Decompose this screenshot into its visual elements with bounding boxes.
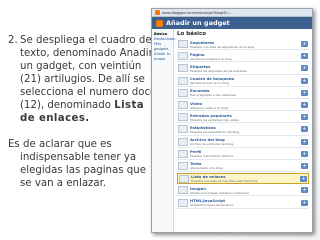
gadget-thumbnail-icon xyxy=(178,113,188,122)
gadget-row[interactable]: Archivo del blog Archivo de entradas del … xyxy=(177,137,309,148)
gadget-thumbnail-icon xyxy=(178,88,188,97)
paragraph-number: 2. xyxy=(8,35,18,46)
paragraph-2-text: Es de aclarar que es indispensable tener… xyxy=(8,139,146,189)
gadget-description: Archivo de entradas del blog. xyxy=(190,142,235,147)
gadget-thumbnail-icon xyxy=(178,40,188,49)
add-gadget-plus-icon[interactable]: + xyxy=(301,199,308,206)
gadget-description: Añade una imagen desde tu ordenador. xyxy=(190,190,250,195)
gadget-thumbnail-icon xyxy=(178,149,188,158)
gadget-description: Muestra las entradas más vistas. xyxy=(190,117,240,122)
blogger-logo-icon xyxy=(156,19,163,27)
add-gadget-plus-icon[interactable]: + xyxy=(301,65,308,72)
slide-text: 2. Se despliega el cuadro de texto, deno… xyxy=(8,34,158,190)
blogger-screenshot: www.blogger.com/rearrange?blogID=... Aña… xyxy=(151,8,313,233)
gadget-thumbnail-icon xyxy=(178,198,188,207)
gadget-list: Seguidores Muestra una lista de seguidore… xyxy=(177,39,309,209)
add-gadget-plus-icon[interactable]: + xyxy=(301,187,308,194)
gadget-description: Permite buscar en tu blog. xyxy=(190,81,230,86)
add-gadget-plus-icon[interactable]: + xyxy=(301,162,308,169)
gadget-thumbnail-icon xyxy=(178,76,188,85)
main-heading-row: Lo básico xyxy=(177,31,309,37)
gadget-row[interactable]: Texto Añade texto a tu blog. + xyxy=(177,161,309,173)
dialog-title: Añadir un gadget xyxy=(166,19,230,27)
gadget-row[interactable]: Perfil Muestra información sobre ti. + xyxy=(177,149,309,160)
gadget-row[interactable]: Estadísticas Muestra las estadísticas del… xyxy=(177,124,309,136)
gadget-description: Muestra una lista de seguidores de tu bl… xyxy=(190,44,256,49)
gadget-row[interactable]: Página Añade una página a tu blog. + xyxy=(177,51,309,63)
add-gadget-plus-icon[interactable]: + xyxy=(301,77,308,84)
gadget-row[interactable]: Cuadro de búsqueda Permite buscar en tu b… xyxy=(177,76,309,87)
dialog-title-bar: Añadir un gadget xyxy=(152,17,312,29)
gadget-thumbnail-icon xyxy=(178,52,188,61)
gadget-row[interactable]: HTML/JavaScript Añade funciones de tercer… xyxy=(177,197,309,209)
dialog-sidebar: Básico Destacados Más gadgets Añadir tu pro… xyxy=(152,29,175,232)
gadget-description: Muestra información sobre ti. xyxy=(190,154,235,159)
gadget-description: Muestra las etiquetas de las entradas. xyxy=(190,68,248,73)
paragraph-1: 2. Se despliega el cuadro de texto, deno… xyxy=(8,34,158,125)
add-gadget-plus-icon[interactable]: + xyxy=(301,150,308,157)
add-gadget-plus-icon[interactable]: + xyxy=(300,175,307,182)
paragraph-2: Es de aclarar que es indispensable tener… xyxy=(8,138,158,190)
add-gadget-plus-icon[interactable]: + xyxy=(301,89,308,96)
gadget-description: Haz preguntas a tus visitantes. xyxy=(190,93,237,98)
gadget-thumbnail-icon xyxy=(178,161,188,170)
gadget-row[interactable]: Etiquetas Muestra las etiquetas de las en… xyxy=(177,63,309,75)
sidebar-item[interactable]: Añadir tu propio xyxy=(154,52,171,62)
gadget-row[interactable]: Lista de enlaces Muestra una lista de tus… xyxy=(177,173,309,185)
gadget-description: Añade una página a tu blog. xyxy=(190,56,233,61)
add-gadget-plus-icon[interactable]: + xyxy=(301,114,308,121)
dialog-body: Básico Destacados Más gadgets Añadir tu pro… xyxy=(152,29,312,232)
gadget-row[interactable]: Vídeo Añade un vídeo a tu blog. + xyxy=(177,100,309,112)
gadget-row[interactable]: Encuesta Haz preguntas a tus visitantes. + xyxy=(177,88,309,99)
main-heading: Lo básico xyxy=(177,31,207,37)
favicon-icon xyxy=(155,10,160,15)
add-gadget-plus-icon[interactable]: + xyxy=(301,41,308,48)
gadget-row[interactable]: Entradas populares Muestra las entradas m… xyxy=(177,112,309,124)
gadget-description: Añade funciones de terceros. xyxy=(190,203,234,208)
gadget-thumbnail-icon xyxy=(178,186,188,195)
browser-address-bar: www.blogger.com/rearrange?blogID=... xyxy=(152,9,312,17)
gadget-description: Muestra las estadísticas del blog. xyxy=(190,129,240,134)
add-gadget-plus-icon[interactable]: + xyxy=(301,53,308,60)
gadget-row[interactable]: Imagen Añade una imagen desde tu ordenado… xyxy=(177,185,309,197)
dialog-main: Lo básico Seguidores Muestra una lista de… xyxy=(174,29,312,232)
url-text: www.blogger.com/rearrange?blogID=... xyxy=(162,10,233,15)
gadget-row[interactable]: Seguidores Muestra una lista de seguidore… xyxy=(177,39,309,51)
gadget-thumbnail-icon xyxy=(178,101,188,110)
add-gadget-plus-icon[interactable]: + xyxy=(301,138,308,145)
gadget-description: Añade texto a tu blog. xyxy=(190,166,224,171)
add-gadget-plus-icon[interactable]: + xyxy=(301,126,308,133)
gadget-description: Añade un vídeo a tu blog. xyxy=(190,105,229,110)
gadget-thumbnail-icon xyxy=(178,125,188,134)
gadget-thumbnail-icon xyxy=(178,137,188,146)
gadget-description: Muestra una lista de tus sitios web favo… xyxy=(191,179,259,184)
sidebar-item[interactable]: Más gadgets xyxy=(154,42,171,52)
add-gadget-plus-icon[interactable]: + xyxy=(301,102,308,109)
gadget-thumbnail-icon xyxy=(179,174,189,183)
gadget-thumbnail-icon xyxy=(178,64,188,73)
